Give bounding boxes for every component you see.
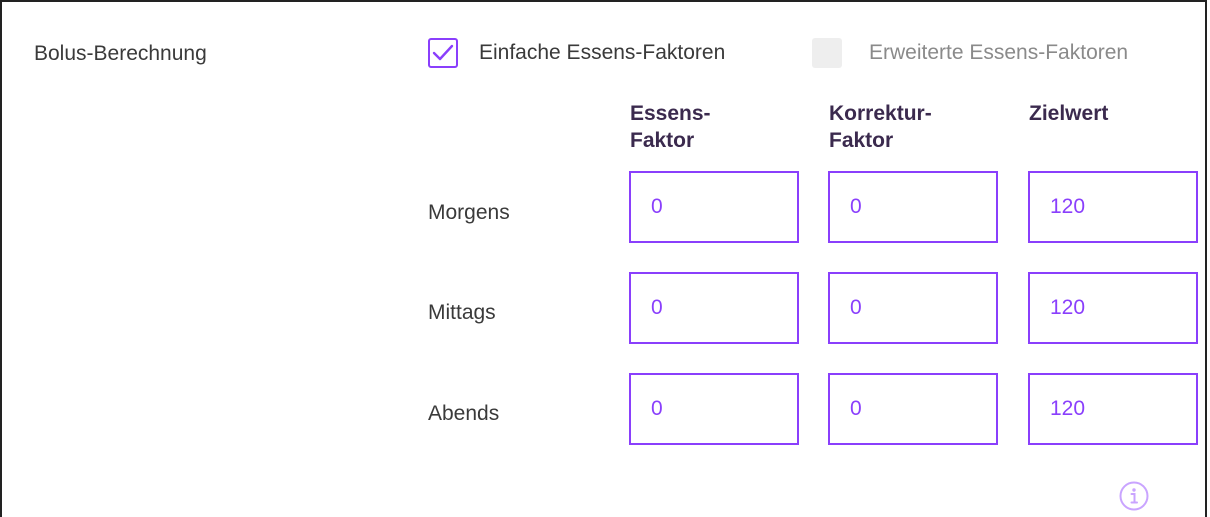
simple-factors-label: Einfache Essens-Faktoren (479, 41, 726, 64)
option-simple-factors[interactable]: Einfache Essens-Faktoren (428, 38, 725, 68)
column-header-korrektur-faktor: Korrektur- Faktor (829, 100, 999, 154)
mittags-korrektur-faktor-input[interactable] (828, 272, 998, 344)
column-header-essens-faktor: Essens- Faktor (630, 100, 800, 154)
row-label-morgens: Morgens (428, 201, 510, 224)
settings-panel: Bolus-Berechnung Einfache Essens-Faktore… (0, 0, 1207, 517)
row-label-abends: Abends (428, 402, 500, 425)
checkmark-icon (432, 44, 454, 61)
advanced-factors-label: Erweiterte Essens-Faktoren (869, 41, 1129, 64)
column-header-korrektur-line1: Korrektur- (829, 102, 932, 125)
column-header-essens-line2: Faktor (630, 129, 695, 152)
abends-essens-faktor-input[interactable] (629, 373, 799, 445)
advanced-factors-checkbox[interactable] (812, 38, 842, 68)
column-header-zielwert-line1: Zielwert (1029, 102, 1109, 125)
column-header-zielwert: Zielwert (1029, 100, 1199, 127)
info-circle-icon[interactable] (1118, 480, 1150, 517)
morgens-korrektur-faktor-input[interactable] (828, 171, 998, 243)
simple-factors-checkbox[interactable] (428, 38, 458, 68)
option-advanced-factors[interactable]: Erweiterte Essens-Faktoren (812, 38, 1128, 68)
morgens-essens-faktor-input[interactable] (629, 171, 799, 243)
row-label-mittags: Mittags (428, 301, 496, 324)
abends-korrektur-faktor-input[interactable] (828, 373, 998, 445)
mittags-essens-faktor-input[interactable] (629, 272, 799, 344)
column-header-korrektur-line2: Faktor (829, 129, 894, 152)
morgens-zielwert-input[interactable] (1028, 171, 1198, 243)
abends-zielwert-input[interactable] (1028, 373, 1198, 445)
section-label-bolus: Bolus-Berechnung (34, 42, 207, 65)
mittags-zielwert-input[interactable] (1028, 272, 1198, 344)
column-header-essens-line1: Essens- (630, 102, 711, 125)
